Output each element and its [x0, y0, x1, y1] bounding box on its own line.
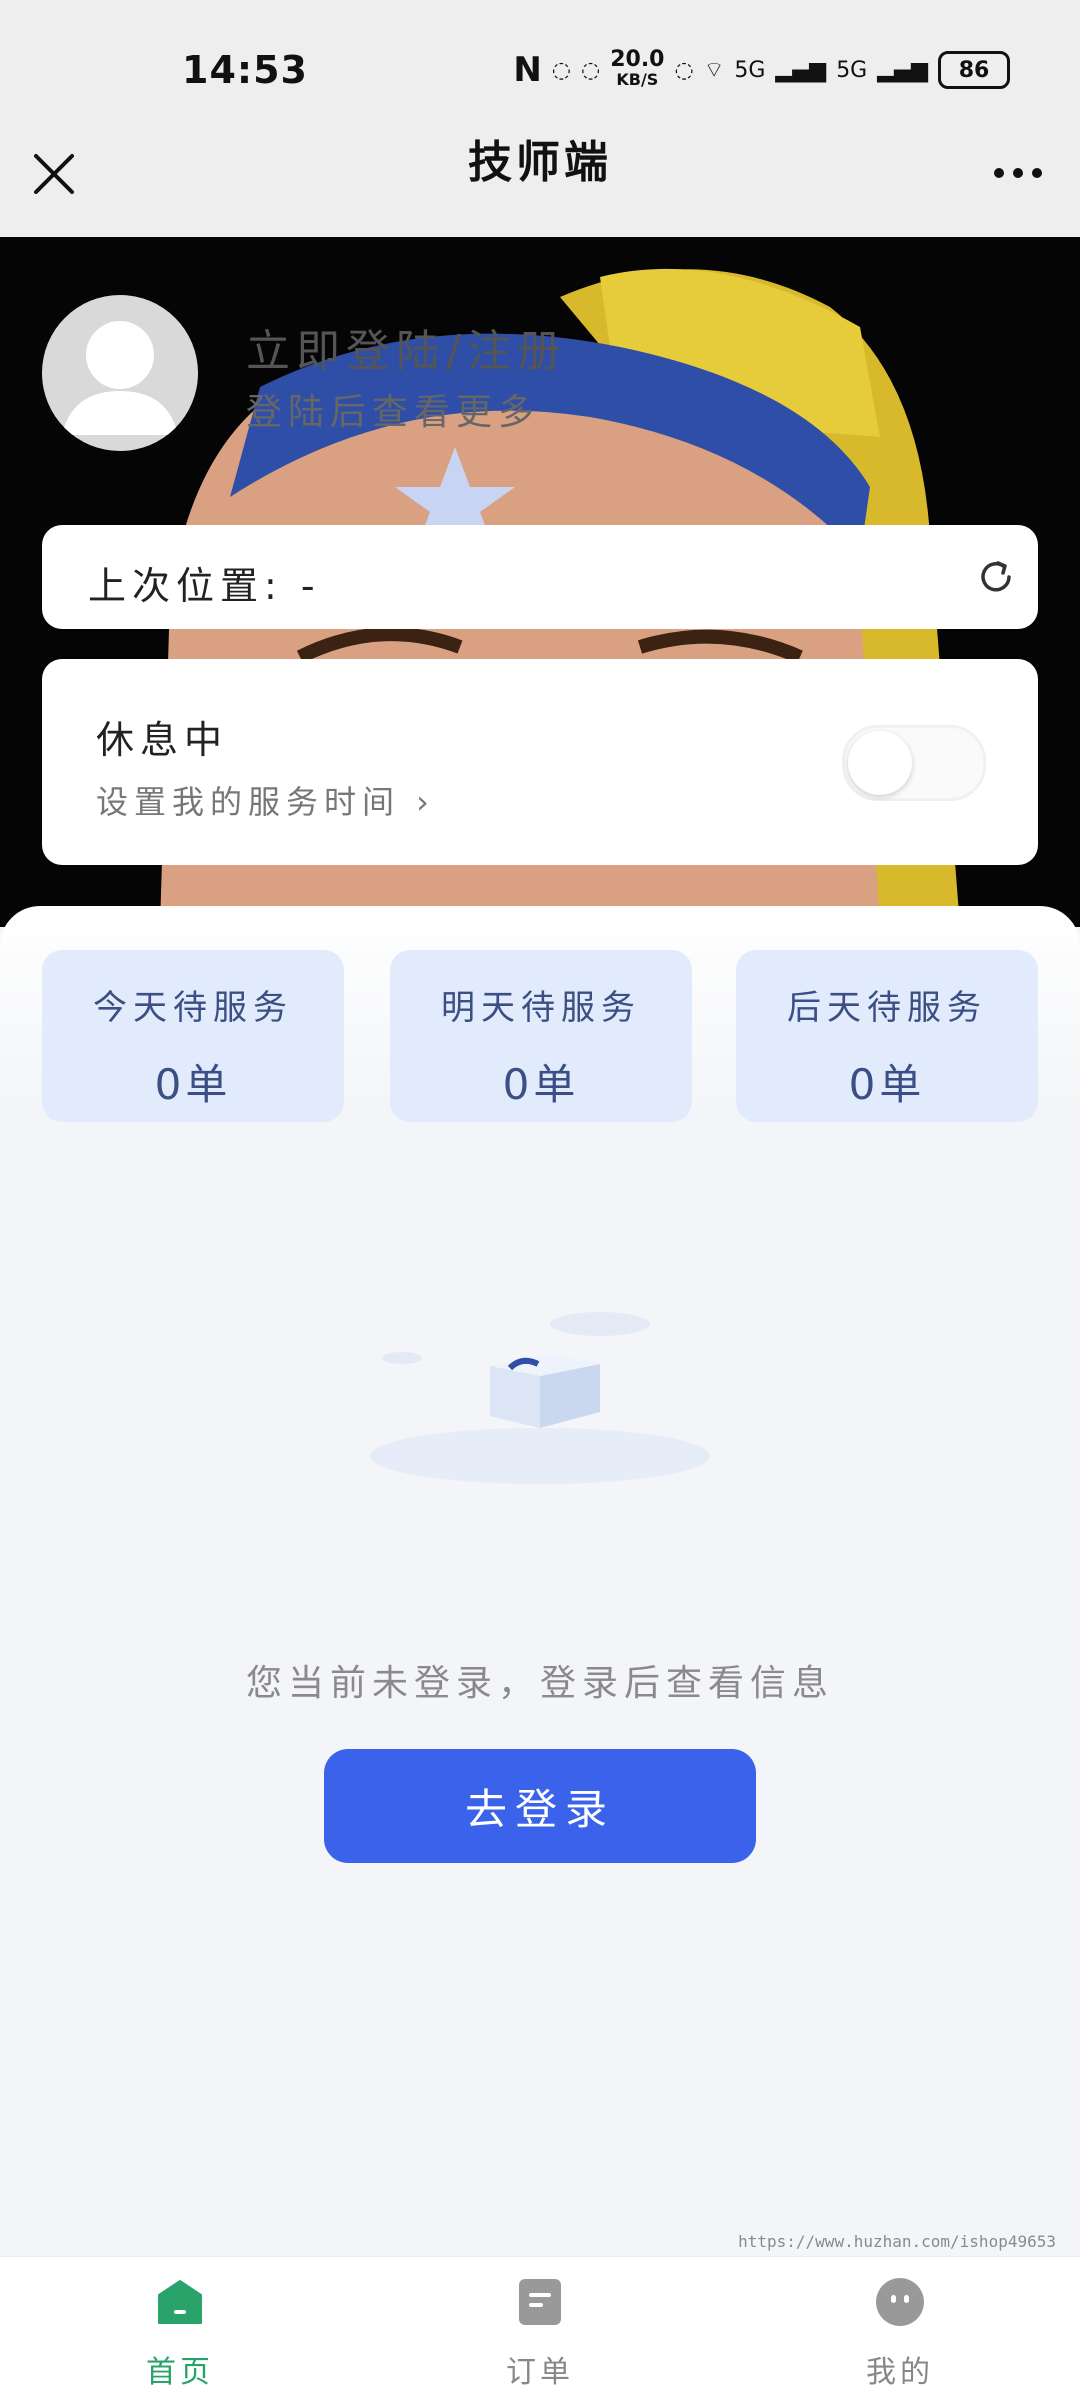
- login-register-link[interactable]: 立即登陆/注册: [246, 315, 567, 379]
- status-icons: N ◌ ◌ 20.0 KB/S ◌ ⌔ 5G ▂▄▆ 5G ▂▄▆ 86: [513, 47, 1010, 90]
- more-menu-icon[interactable]: [994, 168, 1042, 178]
- service-status-toggle[interactable]: [842, 725, 986, 801]
- network-speed: 20.0 KB/S: [610, 47, 665, 90]
- notification-icon-2: ◌: [581, 57, 601, 83]
- nav-bar: 技师端: [0, 100, 1080, 237]
- stat-label: 后天待服务: [787, 988, 987, 1028]
- signal-2-label: 5G: [836, 57, 868, 83]
- bottom-tab-bar: 首页 订单 我的: [0, 2256, 1080, 2401]
- stat-card-tomorrow[interactable]: 明天待服务 0单: [390, 950, 692, 1122]
- stat-label: 明天待服务: [441, 988, 641, 1028]
- not-logged-in-message: 您当前未登录，登录后查看信息: [245, 1663, 834, 1704]
- stat-value: 0单: [848, 1060, 926, 1109]
- nfc-icon: N: [513, 50, 542, 90]
- signal-bars-icon: ▂▄▆: [775, 57, 827, 83]
- watermark-url: https://www.huzhan.com/ishop49653: [738, 2232, 1056, 2251]
- stat-value: 0单: [154, 1060, 232, 1109]
- notification-icon: ◌: [551, 57, 571, 83]
- empty-box-illustration: [370, 1312, 710, 1484]
- battery-icon: 86: [938, 51, 1010, 89]
- page-title: 技师端: [468, 137, 612, 188]
- signal-bars-icon-2: ▂▄▆: [877, 57, 928, 83]
- profile-face-icon: [876, 2278, 924, 2326]
- refresh-icon[interactable]: [976, 557, 1016, 597]
- service-status-title: 休息中: [96, 718, 229, 762]
- tab-mine[interactable]: 我的: [800, 2277, 1000, 2391]
- signal-1-label: 5G: [734, 57, 766, 83]
- stat-label: 今天待服务: [93, 988, 293, 1028]
- last-location-label: 上次位置: -: [88, 564, 321, 608]
- tab-label: 我的: [866, 2355, 934, 2390]
- hd-icon: ◌: [674, 57, 694, 83]
- order-document-icon: [519, 2279, 561, 2325]
- home-icon: [158, 2280, 202, 2324]
- stat-value: 0单: [502, 1060, 580, 1109]
- go-login-button[interactable]: 去登录: [324, 1749, 756, 1863]
- last-location-card: 上次位置: -: [42, 525, 1038, 629]
- service-time-link[interactable]: 设置我的服务时间 ›: [96, 777, 435, 823]
- tab-orders[interactable]: 订单: [440, 2277, 640, 2391]
- status-time: 14:53: [182, 48, 308, 92]
- tab-label: 首页: [146, 2355, 214, 2390]
- service-status-card: 休息中 设置我的服务时间 ›: [42, 659, 1038, 865]
- tab-home[interactable]: 首页: [80, 2277, 280, 2391]
- avatar[interactable]: [42, 295, 198, 451]
- stat-card-today[interactable]: 今天待服务 0单: [42, 950, 344, 1122]
- wifi-icon: ⌔: [703, 58, 725, 83]
- stat-card-day-after[interactable]: 后天待服务 0单: [736, 950, 1038, 1122]
- toggle-knob: [848, 731, 912, 795]
- login-subtitle: 登陆后查看更多: [246, 392, 541, 433]
- main-content-sheet: 今天待服务 0单 明天待服务 0单 后天待服务 0单 您当前未登录，登录后查看信…: [0, 906, 1080, 2256]
- tab-label: 订单: [506, 2355, 574, 2390]
